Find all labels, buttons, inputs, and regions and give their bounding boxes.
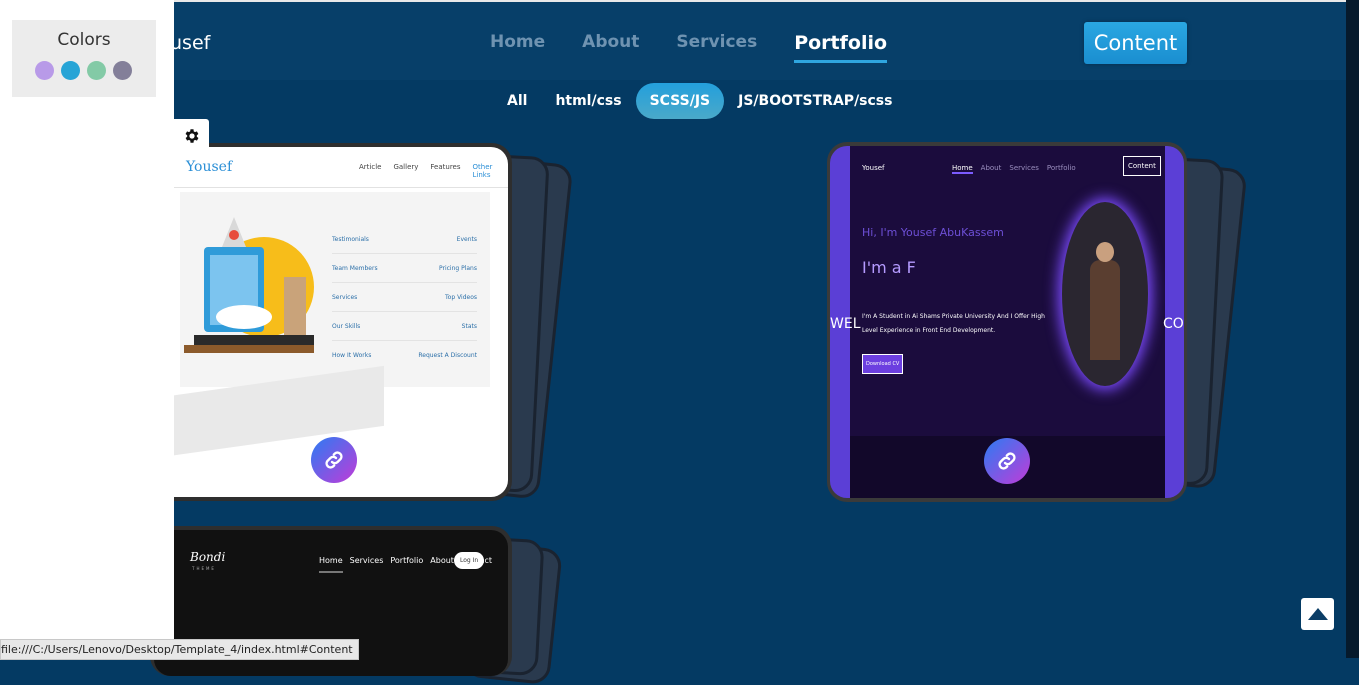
preview-nav-item: About [430,556,454,565]
color-swatch-gray[interactable] [113,61,132,80]
color-swatch-blue[interactable] [61,61,80,80]
gear-icon [185,129,198,143]
scroll-to-top-button[interactable] [1301,598,1334,630]
preview-edge-text-right: COM [1163,316,1184,332]
preview-link: Services [332,293,358,301]
preview-nav-item: Features [430,163,461,171]
preview-edge-text-left: WEL [830,316,861,332]
preview-nav-item: Services [349,556,384,565]
preview-nav-item: Home [952,164,973,174]
colors-title: Colors [57,30,111,50]
preview-link: Team Members [332,264,378,272]
color-settings-panel: Colors [0,0,174,658]
link-button[interactable] [984,438,1030,484]
preview-nav-item: Article [359,163,382,171]
project-frame: Yousef Home About Services Portfolio Con… [827,142,1187,502]
settings-toggle-button[interactable] [174,119,209,153]
color-swatch-purple[interactable] [35,61,54,80]
preview-nav-item: Home [319,556,343,573]
preview-logo: Yousef [186,159,233,175]
filter-js-bootstrap-scss[interactable]: JS/BOOTSTRAP/scss [724,83,906,119]
nav-portfolio[interactable]: Portfolio [794,32,887,63]
link-icon [998,452,1016,470]
colors-box: Colors [12,20,156,97]
preview-nav-item: Other Links [472,163,493,179]
filter-all[interactable]: All [493,83,541,119]
preview-logo: Bondi [190,550,226,564]
color-swatch-green[interactable] [87,61,106,80]
preview-link: Stats [461,322,477,330]
preview-link: Events [456,235,477,243]
preview-nav-item: Gallery [393,163,419,171]
preview-greeting: Hi, I'm Yousef AbuKassem [862,226,1004,239]
preview-link: Request A Discount [418,351,477,359]
content-button[interactable]: Content [1084,22,1187,64]
preview-link: Pricing Plans [438,264,477,272]
preview-login-button: Log In [454,552,485,569]
preview-link: How It Works [332,351,372,359]
preview-nav-item: About [980,164,1002,172]
nav-home[interactable]: Home [490,32,545,54]
navbar: usef Home About Services Portfolio Conte… [0,2,1346,80]
preview-nav-item: Services [1009,164,1039,172]
link-button[interactable] [311,437,357,483]
filter-html-css[interactable]: html/css [541,83,635,119]
preview-link: Top Videos [445,293,477,301]
preview-link: Our Skills [332,322,361,330]
nav-about[interactable]: About [582,32,639,54]
arrow-up-icon [1307,608,1328,620]
nav-links: Home About Services Portfolio [490,32,924,63]
preview-logo-sub: THEME [192,566,216,571]
profile-photo [1062,202,1148,386]
portfolio-filters: All html/css SCSS/JS JS/BOOTSTRAP/scss [493,83,906,119]
preview-link: Testimonials [332,235,369,243]
preview-typed-text: I'm a F [862,258,916,277]
color-swatches [35,61,132,80]
browser-status-bar: file:///C:/Users/Lenovo/Desktop/Template… [0,639,359,660]
preview-logo: Yousef [862,164,885,172]
brand-name[interactable]: usef [170,32,210,54]
preview-cv-button: Download CV [862,354,904,374]
preview-nav-item: Portfolio [1046,164,1076,172]
filter-scss-js[interactable]: SCSS/JS [635,83,725,119]
page-scrollbar[interactable] [1346,0,1359,658]
rocket-laptop-illustration [184,217,314,353]
preview-content-button: Content [1123,156,1161,176]
project-frame: Yousef Article Gallery Features Other Li… [150,143,512,501]
preview-nav-item: Portfolio [390,556,424,565]
nav-services[interactable]: Services [676,32,757,54]
preview-bio: I'm A Student in Ai Shams Private Univer… [862,313,1045,334]
link-icon [325,451,343,469]
